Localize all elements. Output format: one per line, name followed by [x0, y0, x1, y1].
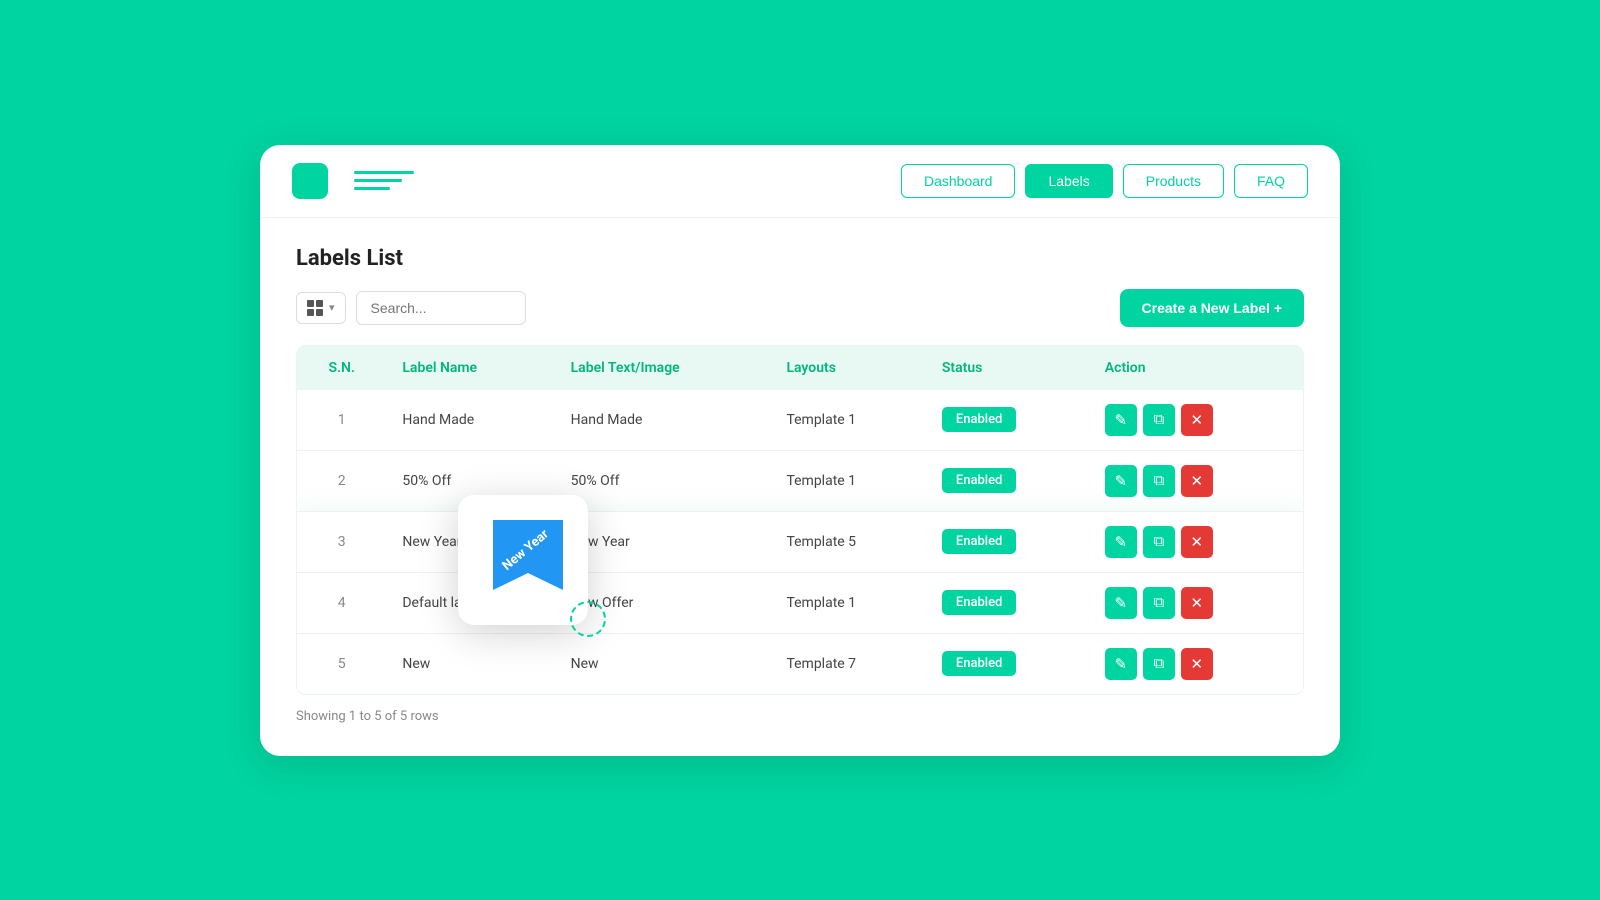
copy-button[interactable]: ⧉ — [1143, 587, 1175, 619]
copy-button[interactable]: ⧉ — [1143, 465, 1175, 497]
cell-sn: 3 — [297, 511, 386, 572]
action-buttons: ✎ ⧉ ✕ — [1105, 465, 1287, 497]
status-badge: Enabled — [942, 590, 1017, 615]
col-sn: S.N. — [297, 346, 386, 390]
cell-action: ✎ ⧉ ✕ — [1089, 572, 1303, 633]
nav-labels[interactable]: Labels — [1025, 164, 1112, 198]
table-header-row: S.N. Label Name Label Text/Image Layouts… — [297, 346, 1303, 390]
status-badge: Enabled — [942, 651, 1017, 676]
page-title: Labels List — [296, 246, 1304, 271]
cell-status: Enabled — [926, 450, 1089, 511]
cell-sn: 5 — [297, 633, 386, 694]
cell-action: ✎ ⧉ ✕ — [1089, 633, 1303, 694]
nav: Dashboard Labels Products FAQ — [901, 164, 1308, 198]
cell-layout: Template 1 — [770, 450, 925, 511]
nav-faq[interactable]: FAQ — [1234, 164, 1308, 198]
cell-label-name: Hand Made — [386, 390, 554, 451]
status-badge: Enabled — [942, 468, 1017, 493]
table-row: 2 50% Off 50% Off Template 1 Enabled ✎ ⧉… — [297, 450, 1303, 511]
cell-status: Enabled — [926, 572, 1089, 633]
cell-layout: Template 1 — [770, 572, 925, 633]
label-preview-card: New Year — [458, 495, 588, 625]
cell-layout: Template 5 — [770, 511, 925, 572]
main-card: Dashboard Labels Products FAQ Labels Lis… — [260, 145, 1340, 756]
cell-status: Enabled — [926, 511, 1089, 572]
cell-label-text: New — [555, 633, 771, 694]
status-badge: Enabled — [942, 407, 1017, 432]
col-label-text: Label Text/Image — [555, 346, 771, 390]
table-row: 1 Hand Made Hand Made Template 1 Enabled… — [297, 390, 1303, 451]
action-buttons: ✎ ⧉ ✕ — [1105, 648, 1287, 680]
table-row: 4 Default label New Offer Template 1 Ena… — [297, 572, 1303, 633]
status-badge: Enabled — [942, 529, 1017, 554]
delete-button[interactable]: ✕ — [1181, 648, 1213, 680]
showing-text: Showing 1 to 5 of 5 rows — [296, 709, 1304, 724]
cell-label-text: 50% Off — [555, 450, 771, 511]
label-preview-svg: New Year — [478, 515, 568, 605]
toolbar: ▾ Create a New Label + — [296, 289, 1304, 327]
grid-dropdown[interactable]: ▾ — [296, 292, 346, 324]
action-buttons: ✎ ⧉ ✕ — [1105, 587, 1287, 619]
content: Labels List ▾ Create a New Label + S.N. … — [260, 218, 1340, 756]
cell-action: ✎ ⧉ ✕ — [1089, 390, 1303, 451]
nav-dashboard[interactable]: Dashboard — [901, 164, 1016, 198]
action-buttons: ✎ ⧉ ✕ — [1105, 526, 1287, 558]
edit-button[interactable]: ✎ — [1105, 526, 1137, 558]
edit-button[interactable]: ✎ — [1105, 404, 1137, 436]
col-status: Status — [926, 346, 1089, 390]
delete-button[interactable]: ✕ — [1181, 526, 1213, 558]
col-action: Action — [1089, 346, 1303, 390]
logo-line-3 — [354, 187, 390, 190]
edit-button[interactable]: ✎ — [1105, 648, 1137, 680]
chevron-down-icon: ▾ — [329, 301, 335, 314]
labels-table: S.N. Label Name Label Text/Image Layouts… — [296, 345, 1304, 695]
cell-sn: 2 — [297, 450, 386, 511]
create-label-button[interactable]: Create a New Label + — [1120, 289, 1304, 327]
edit-button[interactable]: ✎ — [1105, 465, 1137, 497]
cell-action: ✎ ⧉ ✕ — [1089, 511, 1303, 572]
dashed-circle — [570, 601, 606, 637]
delete-button[interactable]: ✕ — [1181, 404, 1213, 436]
logo-lines — [354, 171, 414, 190]
table-row: 3 New Year New Year Template 5 Enabled ✎… — [297, 511, 1303, 572]
copy-button[interactable]: ⧉ — [1143, 404, 1175, 436]
grid-icon — [307, 300, 323, 316]
delete-button[interactable]: ✕ — [1181, 587, 1213, 619]
table-row: 5 New New Template 7 Enabled ✎ ⧉ ✕ — [297, 633, 1303, 694]
cell-layout: Template 1 — [770, 390, 925, 451]
col-layouts: Layouts — [770, 346, 925, 390]
cell-label-name: New — [386, 633, 554, 694]
logo-box — [292, 163, 328, 199]
col-label-name: Label Name — [386, 346, 554, 390]
logo-line-2 — [354, 179, 402, 182]
cell-status: Enabled — [926, 390, 1089, 451]
search-input[interactable] — [356, 291, 526, 325]
cell-layout: Template 7 — [770, 633, 925, 694]
cell-sn: 1 — [297, 390, 386, 451]
delete-button[interactable]: ✕ — [1181, 465, 1213, 497]
action-buttons: ✎ ⧉ ✕ — [1105, 404, 1287, 436]
cell-label-text: Hand Made — [555, 390, 771, 451]
edit-button[interactable]: ✎ — [1105, 587, 1137, 619]
copy-button[interactable]: ⧉ — [1143, 648, 1175, 680]
logo-line-1 — [354, 171, 414, 174]
cell-sn: 4 — [297, 572, 386, 633]
nav-products[interactable]: Products — [1123, 164, 1224, 198]
cell-status: Enabled — [926, 633, 1089, 694]
copy-button[interactable]: ⧉ — [1143, 526, 1175, 558]
cell-action: ✎ ⧉ ✕ — [1089, 450, 1303, 511]
header: Dashboard Labels Products FAQ — [260, 145, 1340, 218]
table: S.N. Label Name Label Text/Image Layouts… — [297, 346, 1303, 694]
